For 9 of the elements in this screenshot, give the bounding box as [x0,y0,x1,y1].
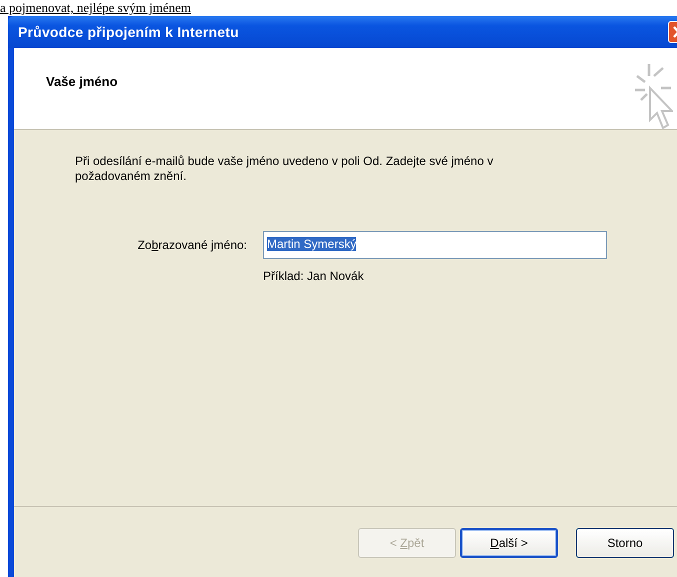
intro-text: Při odesílání e-mailů bude vaše jméno uvedeno v poli Od. Zadejte své jméno v požadovaném znění. [75,154,494,184]
page-text: a pojmenovat, nejlépe svým jménem [0,0,192,16]
field-label: Zobrazované jméno: [136,238,247,252]
example-text: Příklad: Jan Novák [263,269,365,283]
wizard-button[interactable]: Další > [460,528,558,558]
window-title: Průvodce připojením k Internetu [18,24,240,40]
name-field[interactable]: Martin Symerský [263,231,607,259]
page-heading: Vaše jméno [46,74,118,90]
wizard-button[interactable]: Storno [576,528,674,558]
